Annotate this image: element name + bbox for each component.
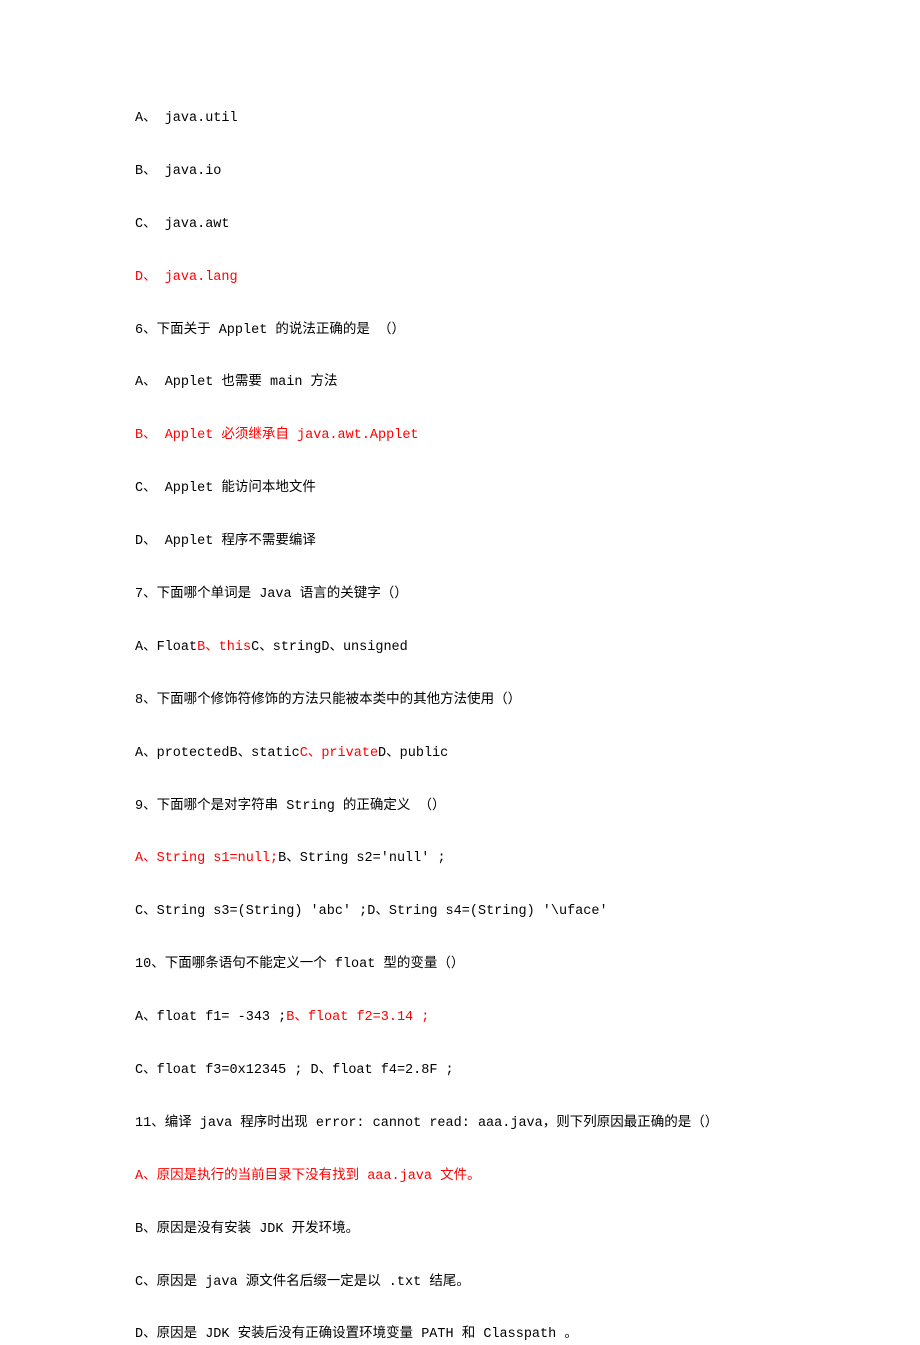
text-line: C、String s3=(String) 'abc' ;D、String s4=… bbox=[135, 903, 785, 922]
text-line: A、float f1= -343 ;B、float f2=3.14 ; bbox=[135, 1009, 785, 1028]
text-line: B、 Applet 必须继承自 java.awt.Applet bbox=[135, 427, 785, 446]
question-text: C、float f3=0x12345 ; bbox=[135, 1063, 311, 1078]
question-text: 11、编译 java 程序时出现 error: cannot read: aaa… bbox=[135, 1116, 718, 1131]
question-text: D、unsigned bbox=[321, 640, 407, 655]
answer-text: D、 java.lang bbox=[135, 270, 238, 285]
question-text: B、static bbox=[230, 746, 300, 761]
answer-text: C、private bbox=[300, 746, 378, 761]
text-line: C、原因是 java 源文件名后缀一定是以 .txt 结尾。 bbox=[135, 1274, 785, 1293]
question-text: D、public bbox=[378, 746, 448, 761]
text-line: D、原因是 JDK 安装后没有正确设置环境变量 PATH 和 Classpath… bbox=[135, 1326, 785, 1345]
question-text: C、 java.awt bbox=[135, 217, 230, 232]
question-text: 10、下面哪条语句不能定义一个 float 型的变量（） bbox=[135, 957, 464, 972]
question-text: D、float f4=2.8F ; bbox=[311, 1063, 454, 1078]
text-line: 10、下面哪条语句不能定义一个 float 型的变量（） bbox=[135, 956, 785, 975]
text-line: A、 Applet 也需要 main 方法 bbox=[135, 374, 785, 393]
question-text: A、float f1= -343 ; bbox=[135, 1010, 286, 1025]
question-text: D、String s4=(String) '\uface' bbox=[367, 904, 607, 919]
document-body: A、 java.util B、 java.io C、 java.awt D、 java… bbox=[135, 110, 785, 1345]
question-text: C、原因是 java 源文件名后缀一定是以 .txt 结尾。 bbox=[135, 1275, 470, 1290]
question-text: A、 java.util bbox=[135, 111, 238, 126]
question-text: C、string bbox=[251, 640, 321, 655]
text-line: C、 Applet 能访问本地文件 bbox=[135, 480, 785, 499]
text-line: C、 java.awt bbox=[135, 216, 785, 235]
text-line: A、protectedB、staticC、privateD、public bbox=[135, 745, 785, 764]
text-line: D、 Applet 程序不需要编译 bbox=[135, 533, 785, 552]
text-line: C、float f3=0x12345 ; D、float f4=2.8F ; bbox=[135, 1062, 785, 1081]
answer-text: A、原因是执行的当前目录下没有找到 aaa.java 文件。 bbox=[135, 1169, 481, 1184]
question-text: C、 Applet 能访问本地文件 bbox=[135, 481, 316, 496]
question-text: B、 java.io bbox=[135, 164, 221, 179]
question-text: B、String s2='null' ; bbox=[278, 851, 445, 866]
question-text: A、 Applet 也需要 main 方法 bbox=[135, 375, 338, 390]
answer-text: B、this bbox=[197, 640, 251, 655]
text-line: 7、下面哪个单词是 Java 语言的关键字（） bbox=[135, 586, 785, 605]
question-text: 9、下面哪个是对字符串 String 的正确定义 （） bbox=[135, 799, 446, 814]
text-line: A、FloatB、thisC、stringD、unsigned bbox=[135, 639, 785, 658]
text-line: A、 java.util bbox=[135, 110, 785, 129]
answer-text: B、 Applet 必须继承自 java.awt.Applet bbox=[135, 428, 419, 443]
text-line: B、 java.io bbox=[135, 163, 785, 182]
text-line: B、原因是没有安装 JDK 开发环境。 bbox=[135, 1221, 785, 1240]
question-text: B、原因是没有安装 JDK 开发环境。 bbox=[135, 1222, 359, 1237]
text-line: 9、下面哪个是对字符串 String 的正确定义 （） bbox=[135, 798, 785, 817]
answer-text: B、float f2=3.14 ; bbox=[286, 1010, 429, 1025]
text-line: 11、编译 java 程序时出现 error: cannot read: aaa… bbox=[135, 1115, 785, 1134]
text-line: 8、下面哪个修饰符修饰的方法只能被本类中的其他方法使用（） bbox=[135, 692, 785, 711]
text-line: A、String s1=null;B、String s2='null' ; bbox=[135, 850, 785, 869]
question-text: 7、下面哪个单词是 Java 语言的关键字（） bbox=[135, 587, 408, 602]
answer-text: A、String s1=null; bbox=[135, 851, 278, 866]
question-text: 6、下面关于 Applet 的说法正确的是 （） bbox=[135, 323, 405, 338]
question-text: C、String s3=(String) 'abc' ; bbox=[135, 904, 367, 919]
text-line: A、原因是执行的当前目录下没有找到 aaa.java 文件。 bbox=[135, 1168, 785, 1187]
text-line: 6、下面关于 Applet 的说法正确的是 （） bbox=[135, 322, 785, 341]
question-text: 8、下面哪个修饰符修饰的方法只能被本类中的其他方法使用（） bbox=[135, 693, 521, 708]
text-line: D、 java.lang bbox=[135, 269, 785, 288]
question-text: D、 Applet 程序不需要编译 bbox=[135, 534, 316, 549]
question-text: A、protected bbox=[135, 746, 230, 761]
question-text: D、原因是 JDK 安装后没有正确设置环境变量 PATH 和 Classpath… bbox=[135, 1327, 578, 1342]
question-text: A、Float bbox=[135, 640, 197, 655]
